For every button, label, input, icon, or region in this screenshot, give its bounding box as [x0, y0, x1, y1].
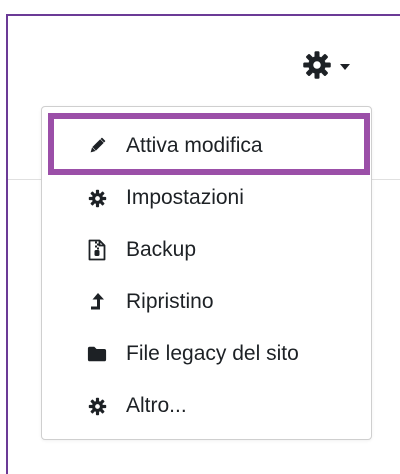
menu-item-ripristino[interactable]: Ripristino	[42, 277, 371, 327]
menu-item-label: Backup	[126, 238, 197, 261]
restore-arrow-icon	[87, 292, 107, 312]
menu-item-label: Attiva modifica	[126, 134, 263, 157]
caret-down-icon	[340, 64, 350, 70]
menu-item-backup[interactable]: Backup	[42, 225, 371, 275]
menu-item-label: File legacy del sito	[126, 342, 299, 365]
file-archive-icon	[87, 239, 107, 261]
menu-item-altro[interactable]: Altro...	[42, 381, 371, 431]
gear-icon	[87, 396, 107, 416]
settings-menu-toggle[interactable]	[302, 48, 372, 82]
menu-item-label: Ripristino	[126, 290, 214, 313]
menu-item-label: Impostazioni	[126, 186, 244, 209]
menu-item-label: Altro...	[126, 394, 187, 417]
menu-item-file-legacy[interactable]: File legacy del sito	[42, 329, 371, 379]
menu-item-impostazioni[interactable]: Impostazioni	[42, 173, 371, 223]
folder-icon	[87, 344, 107, 364]
settings-dropdown-menu: Attiva modifica Impostazioni Backup Ripr…	[41, 106, 372, 440]
pencil-icon	[87, 136, 107, 156]
gear-icon	[302, 50, 332, 80]
menu-item-attiva-modifica[interactable]: Attiva modifica	[42, 121, 371, 171]
gear-icon	[87, 188, 107, 208]
